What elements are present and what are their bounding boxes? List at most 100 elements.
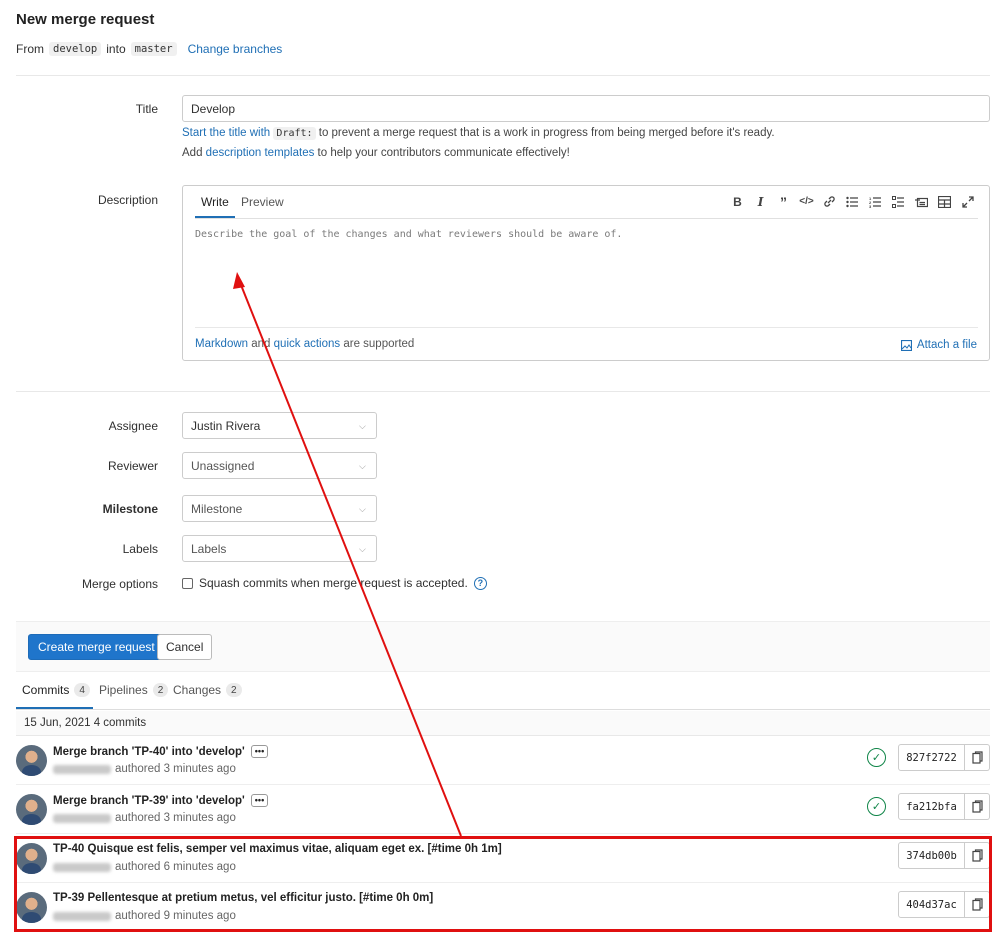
collapsible-icon[interactable] bbox=[914, 194, 929, 209]
expand-message-button[interactable]: ••• bbox=[250, 745, 269, 758]
divider bbox=[16, 391, 990, 392]
commit-sha[interactable]: fa212bfa bbox=[898, 793, 965, 820]
tab-label: Changes bbox=[173, 683, 222, 697]
title-input[interactable]: Develop bbox=[182, 95, 990, 122]
svg-text:3: 3 bbox=[869, 204, 872, 208]
markdown-link[interactable]: Markdown bbox=[195, 338, 248, 350]
assignee-select[interactable]: Justin Rivera ⌵ bbox=[182, 412, 377, 439]
commit-row: TP-40 Quisque est felis, semper vel maxi… bbox=[16, 834, 990, 883]
source-branch: develop bbox=[49, 42, 102, 56]
draft-hint-link[interactable]: Start the title with bbox=[182, 127, 270, 139]
reviewer-select[interactable]: Unassigned ⌵ bbox=[182, 452, 377, 479]
quick-actions-link[interactable]: quick actions bbox=[274, 338, 340, 350]
from-label: From bbox=[16, 42, 44, 56]
avatar[interactable] bbox=[16, 745, 47, 776]
templates-hint-text: to help your contributors communicate ef… bbox=[317, 147, 570, 159]
count-badge: 2 bbox=[152, 683, 169, 697]
numbered-list-icon[interactable]: 123 bbox=[868, 194, 883, 209]
italic-icon[interactable]: I bbox=[753, 194, 768, 209]
commit-meta-text: authored 3 minutes ago bbox=[115, 763, 236, 775]
image-icon bbox=[900, 339, 912, 351]
milestone-value: Milestone bbox=[191, 501, 243, 516]
bullet-list-icon[interactable] bbox=[845, 194, 860, 209]
code-icon[interactable]: </> bbox=[799, 194, 814, 209]
count-badge: 2 bbox=[226, 683, 242, 697]
copy-icon[interactable] bbox=[965, 793, 990, 820]
commit-title: Merge branch 'TP-40' into 'develop' ••• bbox=[53, 745, 269, 758]
commit-meta: authored 3 minutes ago bbox=[53, 763, 236, 775]
commit-meta-text: authored 9 minutes ago bbox=[115, 910, 236, 922]
bold-icon[interactable]: B bbox=[730, 194, 745, 209]
commit-sha-group: 404d37ac bbox=[898, 891, 990, 918]
squash-option: Squash commits when merge request is acc… bbox=[182, 576, 487, 590]
tab-write[interactable]: Write bbox=[201, 195, 229, 216]
create-merge-request-button[interactable]: Create merge request bbox=[28, 634, 165, 660]
attach-file-button[interactable]: Attach a file bbox=[900, 339, 977, 351]
description-templates-link[interactable]: description templates bbox=[206, 147, 315, 159]
squash-checkbox[interactable] bbox=[182, 577, 193, 589]
expand-message-button[interactable]: ••• bbox=[250, 794, 269, 807]
link-icon[interactable] bbox=[822, 194, 837, 209]
copy-icon[interactable] bbox=[965, 842, 990, 869]
fullscreen-icon[interactable] bbox=[960, 194, 975, 209]
commit-sha[interactable]: 404d37ac bbox=[898, 891, 965, 918]
commit-title-text[interactable]: Merge branch 'TP-40' into 'develop' bbox=[53, 746, 245, 758]
description-textarea[interactable]: Describe the goal of the changes and wha… bbox=[195, 229, 622, 240]
assignee-label: Assignee bbox=[108, 419, 158, 433]
commit-title: Merge branch 'TP-39' into 'develop' ••• bbox=[53, 794, 269, 807]
title-input-value: Develop bbox=[191, 101, 236, 116]
copy-icon[interactable] bbox=[965, 744, 990, 771]
page-title: New merge request bbox=[16, 11, 155, 28]
commit-title-text[interactable]: TP-39 Pellentesque at pretium metus, vel… bbox=[53, 892, 433, 904]
commit-title: TP-39 Pellentesque at pretium metus, vel… bbox=[53, 892, 433, 904]
mr-tabs: Commits 4 Pipelines 2 Changes 2 bbox=[16, 672, 990, 710]
commit-sha[interactable]: 827f2722 bbox=[898, 744, 965, 771]
templates-hint: Add description templates to help your c… bbox=[182, 147, 570, 159]
merge-options-label: Merge options bbox=[81, 577, 158, 591]
commit-row: Merge branch 'TP-40' into 'develop' ••• … bbox=[16, 736, 990, 785]
tab-changes[interactable]: Changes 2 bbox=[173, 683, 242, 697]
commit-title-text[interactable]: TP-40 Quisque est felis, semper vel maxi… bbox=[53, 843, 502, 855]
squash-label: Squash commits when merge request is acc… bbox=[199, 576, 468, 590]
quote-icon[interactable]: ” bbox=[776, 194, 791, 210]
commits-day-header: 15 Jun, 2021 4 commits bbox=[16, 711, 990, 736]
reviewer-label: Reviewer bbox=[107, 459, 158, 473]
chevron-down-icon: ⌵ bbox=[359, 504, 366, 514]
avatar[interactable] bbox=[16, 843, 47, 874]
change-branches-link[interactable]: Change branches bbox=[188, 42, 283, 56]
task-list-icon[interactable] bbox=[891, 194, 906, 209]
help-icon[interactable]: ? bbox=[473, 576, 487, 590]
tab-commits[interactable]: Commits 4 bbox=[22, 683, 90, 697]
description-editor: Write Preview B I ” </> 123 Describe the… bbox=[182, 185, 990, 361]
commit-sha-group: 374db00b bbox=[898, 842, 990, 869]
labels-select[interactable]: Labels ⌵ bbox=[182, 535, 377, 562]
branch-line: From develop into master Change branches bbox=[16, 42, 282, 56]
chevron-down-icon: ⌵ bbox=[359, 461, 366, 471]
pipeline-success-icon[interactable]: ✓ bbox=[867, 797, 886, 816]
pipeline-success-icon[interactable]: ✓ bbox=[867, 748, 886, 767]
count-badge: 4 bbox=[74, 683, 90, 697]
commit-row: TP-39 Pellentesque at pretium metus, vel… bbox=[16, 883, 990, 932]
tab-active-underline bbox=[16, 707, 93, 709]
templates-hint-pre: Add bbox=[182, 147, 203, 159]
target-branch: master bbox=[130, 42, 177, 56]
commit-title: TP-40 Quisque est felis, semper vel maxi… bbox=[53, 843, 502, 855]
tab-pipelines[interactable]: Pipelines 2 bbox=[99, 683, 169, 697]
commit-title-text[interactable]: Merge branch 'TP-39' into 'develop' bbox=[53, 795, 245, 807]
tab-label: Pipelines bbox=[99, 683, 148, 697]
author-name-redacted bbox=[53, 813, 111, 823]
commit-sha[interactable]: 374db00b bbox=[898, 842, 965, 869]
milestone-select[interactable]: Milestone ⌵ bbox=[182, 495, 377, 522]
avatar[interactable] bbox=[16, 794, 47, 825]
description-label: Description bbox=[97, 193, 158, 207]
commit-meta: authored 9 minutes ago bbox=[53, 910, 236, 922]
draft-chip: Draft: bbox=[273, 127, 316, 140]
title-label: Title bbox=[135, 102, 158, 116]
avatar[interactable] bbox=[16, 892, 47, 923]
table-icon[interactable] bbox=[937, 194, 952, 209]
supported-text: are supported bbox=[343, 338, 415, 350]
copy-icon[interactable] bbox=[965, 891, 990, 918]
author-name-redacted bbox=[53, 862, 111, 872]
cancel-button[interactable]: Cancel bbox=[157, 634, 213, 660]
tab-preview[interactable]: Preview bbox=[241, 195, 284, 209]
